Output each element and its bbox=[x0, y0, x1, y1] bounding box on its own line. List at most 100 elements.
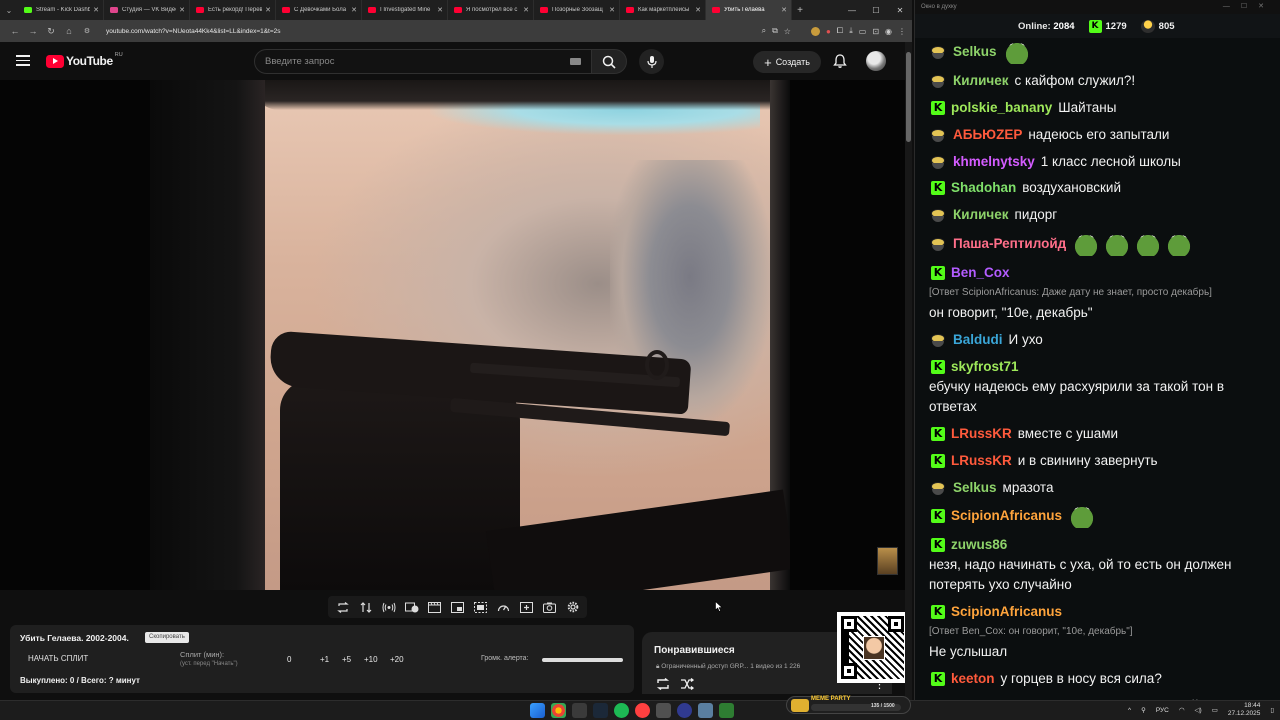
bookmark-star-icon[interactable]: ☆ bbox=[784, 27, 791, 36]
add-clip-icon[interactable] bbox=[518, 599, 535, 616]
notifications-bell-icon[interactable] bbox=[832, 53, 848, 69]
tab-search-icon[interactable]: ⌄ bbox=[0, 0, 18, 20]
video-player[interactable] bbox=[0, 80, 905, 590]
minimize-icon[interactable]: — bbox=[840, 6, 864, 15]
chat-username[interactable]: polskie_banany bbox=[951, 98, 1052, 118]
chat-username[interactable]: Baldudi bbox=[953, 330, 1003, 350]
sort-icon[interactable] bbox=[357, 599, 374, 616]
search-button[interactable] bbox=[591, 49, 627, 74]
tab-close-icon[interactable]: ✕ bbox=[93, 6, 99, 14]
maximize-icon[interactable]: ☐ bbox=[864, 6, 888, 15]
chat-username[interactable]: Selkus bbox=[953, 478, 997, 498]
tab-close-icon[interactable]: ✕ bbox=[437, 6, 443, 14]
copy-button[interactable]: Скопировать bbox=[145, 632, 189, 643]
url-field[interactable]: youtube.com/watch?v=NUeota44Kk4&list=LL&… bbox=[106, 28, 762, 35]
loop-icon[interactable] bbox=[334, 599, 351, 616]
picture-in-picture-icon[interactable] bbox=[449, 599, 466, 616]
chat-username[interactable]: Киличек bbox=[953, 205, 1009, 225]
watch-later-icon[interactable] bbox=[403, 599, 420, 616]
back-icon[interactable]: ← bbox=[6, 26, 24, 36]
discord-icon[interactable] bbox=[656, 703, 671, 718]
create-button[interactable]: + Создать bbox=[753, 51, 821, 73]
chat-username[interactable]: Selkus bbox=[953, 42, 997, 62]
split-add-10-button[interactable]: +10 bbox=[364, 655, 378, 664]
chat-username[interactable]: Киличек bbox=[953, 71, 1009, 91]
extension-icon[interactable] bbox=[810, 26, 820, 36]
close-window-icon[interactable]: ✕ bbox=[888, 6, 912, 15]
speed-icon[interactable] bbox=[495, 599, 512, 616]
split-add-1-button[interactable]: +1 bbox=[320, 655, 329, 664]
shuffle-icon[interactable] bbox=[680, 678, 694, 690]
chat-username[interactable]: LRussKR bbox=[951, 424, 1012, 444]
steam-icon[interactable] bbox=[593, 703, 608, 718]
account-avatar[interactable] bbox=[866, 51, 886, 71]
browser-tab[interactable]: I Investigated Mine ✕ bbox=[362, 0, 448, 20]
chat-username[interactable]: zuwus86 bbox=[951, 535, 1007, 555]
chat-username[interactable]: ScipionAfricanus bbox=[951, 602, 1062, 622]
youtube-logo[interactable]: YouTube RU bbox=[46, 52, 123, 68]
tab-close-icon[interactable]: ✕ bbox=[695, 6, 701, 14]
browser-tab[interactable]: Как маркетплейсы ✕ bbox=[620, 0, 706, 20]
browser-tab[interactable]: Есть рекорд! Перев ✕ bbox=[190, 0, 276, 20]
home-icon[interactable]: ⌂ bbox=[60, 26, 78, 36]
clock[interactable]: 18:44 27.12.2025 bbox=[1228, 702, 1261, 718]
zoom-icon[interactable]: ⌕ bbox=[762, 26, 766, 36]
split-add-20-button[interactable]: +20 bbox=[390, 655, 404, 664]
chat-username[interactable]: Shadohan bbox=[951, 178, 1016, 198]
explorer-icon[interactable] bbox=[572, 703, 587, 718]
camera-icon[interactable] bbox=[541, 599, 558, 616]
tab-close-icon[interactable]: ✕ bbox=[609, 6, 615, 14]
voice-search-button[interactable] bbox=[639, 49, 664, 74]
chat-username[interactable]: keeton bbox=[951, 669, 995, 689]
notifications-icon[interactable]: ▯ bbox=[1270, 706, 1274, 714]
chat-username[interactable]: Ben_Cox bbox=[951, 263, 1010, 283]
browser-tab[interactable]: Позорные Зоозащ ✕ bbox=[534, 0, 620, 20]
browser-tab[interactable]: Убить Гелаева ✕ bbox=[706, 0, 792, 20]
channel-watermark[interactable] bbox=[877, 547, 898, 575]
meme-party-widget[interactable]: MEME PARTY 135 / 1500 bbox=[786, 696, 911, 714]
browser-tab[interactable]: Студия — VK Видео ✕ bbox=[104, 0, 190, 20]
reload-icon[interactable]: ↻ bbox=[42, 26, 60, 37]
tab-close-icon[interactable]: ✕ bbox=[781, 6, 787, 14]
cast-icon[interactable]: ⊡ bbox=[872, 27, 879, 36]
chat-username[interactable]: khmelnytsky bbox=[953, 152, 1035, 172]
start-split-button[interactable]: НАЧАТЬ СПЛИТ bbox=[28, 654, 88, 663]
extensions-puzzle-icon[interactable]: ⧠ bbox=[837, 26, 843, 36]
chrome-icon[interactable] bbox=[551, 703, 566, 718]
tab-close-icon[interactable]: ✕ bbox=[523, 6, 529, 14]
browser-tab[interactable]: Stream - Kick Dashb ✕ bbox=[18, 0, 104, 20]
language-indicator[interactable]: РУС bbox=[1156, 707, 1169, 714]
tab-close-icon[interactable]: ✕ bbox=[265, 6, 271, 14]
chat-window-controls[interactable]: —☐✕ bbox=[1223, 0, 1275, 14]
chat-username[interactable]: ScipionAfricanus bbox=[951, 506, 1062, 526]
wifi-icon[interactable]: ◠ bbox=[1179, 706, 1185, 714]
install-icon[interactable]: ⧉ bbox=[772, 26, 778, 36]
browser-tab[interactable]: С Девочками Бола ✕ bbox=[276, 0, 362, 20]
tab-close-icon[interactable]: ✕ bbox=[351, 6, 357, 14]
app-window-icon[interactable] bbox=[698, 703, 713, 718]
search-input[interactable]: Введите запрос bbox=[254, 49, 592, 74]
chat-username[interactable]: skyfrost71 bbox=[951, 357, 1019, 377]
scrollbar-thumb[interactable] bbox=[906, 52, 911, 142]
site-info-icon[interactable]: ⚙ bbox=[78, 27, 96, 35]
app-red-icon[interactable] bbox=[635, 703, 650, 718]
start-windows-icon[interactable] bbox=[530, 703, 545, 718]
tab-close-icon[interactable]: ✕ bbox=[179, 6, 185, 14]
volume-icon[interactable]: ◁) bbox=[1195, 706, 1202, 714]
playlist-loop-icon[interactable] bbox=[656, 678, 670, 690]
download-icon[interactable]: ⤓ bbox=[849, 26, 853, 36]
screenshot-region-icon[interactable] bbox=[472, 599, 489, 616]
spotify-icon[interactable] bbox=[614, 703, 629, 718]
browser-tab[interactable]: Я посмотрел все с ✕ bbox=[448, 0, 534, 20]
tray-location-icon[interactable]: ⚲ bbox=[1141, 706, 1146, 714]
settings-gear-icon[interactable] bbox=[564, 599, 581, 616]
forward-icon[interactable]: → bbox=[24, 26, 42, 36]
clapper-icon[interactable] bbox=[426, 599, 443, 616]
tray-arrow-icon[interactable]: ^ bbox=[1128, 707, 1131, 714]
page-scrollbar[interactable] bbox=[905, 42, 912, 700]
profile-icon[interactable]: ◉ bbox=[885, 27, 892, 36]
broadcast-icon[interactable] bbox=[380, 599, 397, 616]
browser-menu-icon[interactable]: ⋮ bbox=[898, 27, 906, 36]
chat-username[interactable]: АБЬЮZЕР bbox=[953, 125, 1022, 145]
new-tab-button[interactable]: + bbox=[792, 5, 808, 16]
